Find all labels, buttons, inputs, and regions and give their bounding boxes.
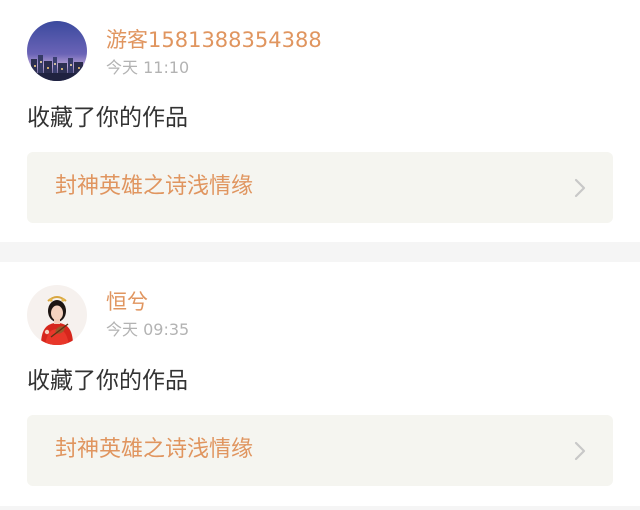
city-night-avatar-image bbox=[27, 21, 87, 81]
notification-item: 恒兮 今天 09:35 收藏了你的作品 封神英雄之诗浅情缘 bbox=[0, 262, 640, 506]
timestamp: 今天 09:35 bbox=[106, 320, 190, 339]
avatar[interactable] bbox=[27, 21, 87, 81]
section-divider bbox=[0, 242, 640, 262]
chevron-right-icon bbox=[574, 441, 586, 461]
section-divider bbox=[0, 506, 640, 510]
username[interactable]: 恒兮 bbox=[106, 289, 148, 315]
action-text: 收藏了你的作品 bbox=[27, 368, 188, 394]
notification-item: 游客1581388354388 今天 11:10 收藏了你的作品 封神英雄之诗浅… bbox=[0, 0, 640, 242]
chevron-right-icon bbox=[574, 178, 586, 198]
work-link-card[interactable]: 封神英雄之诗浅情缘 bbox=[27, 415, 613, 486]
username[interactable]: 游客1581388354388 bbox=[106, 27, 322, 53]
work-title: 封神英雄之诗浅情缘 bbox=[55, 437, 254, 462]
timestamp: 今天 11:10 bbox=[106, 58, 190, 77]
work-link-card[interactable]: 封神英雄之诗浅情缘 bbox=[27, 152, 613, 223]
avatar[interactable] bbox=[27, 285, 87, 345]
action-text: 收藏了你的作品 bbox=[27, 105, 188, 131]
notification-list: 游客1581388354388 今天 11:10 收藏了你的作品 封神英雄之诗浅… bbox=[0, 0, 640, 510]
woman-red-dress-avatar-image bbox=[27, 285, 87, 345]
work-title: 封神英雄之诗浅情缘 bbox=[55, 174, 254, 199]
